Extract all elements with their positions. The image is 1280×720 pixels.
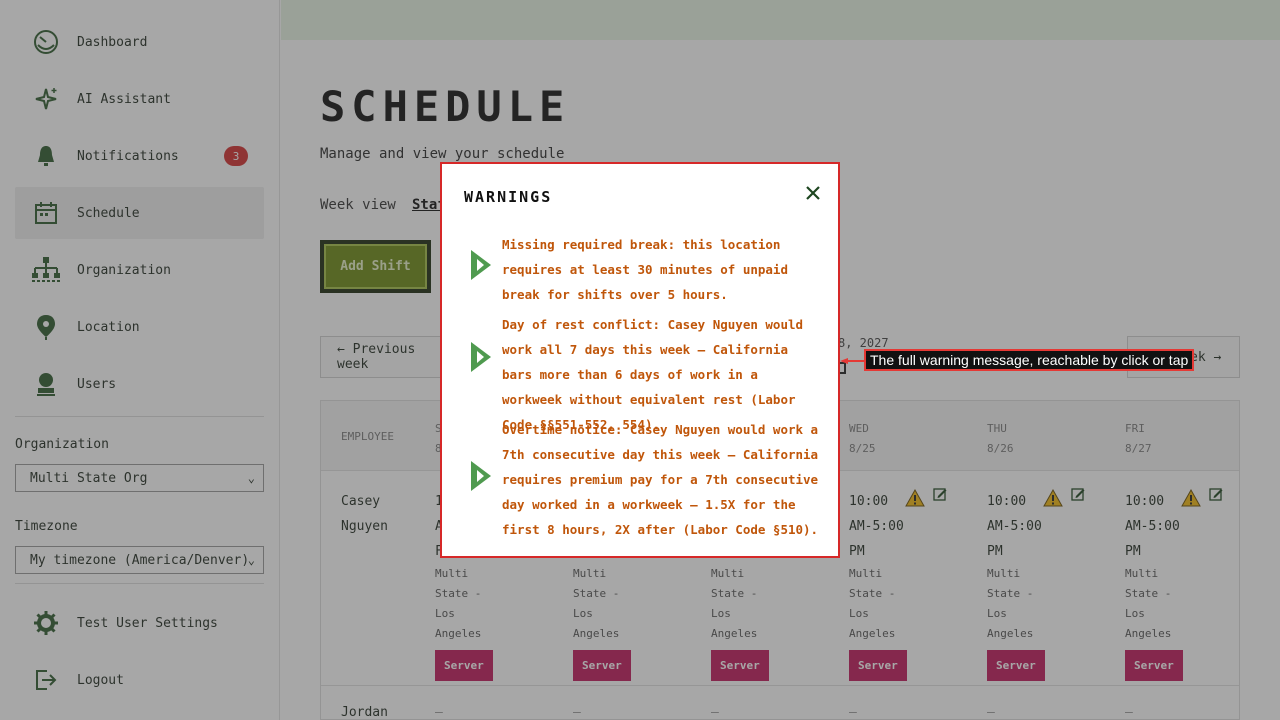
warning-arrow-icon <box>471 250 491 280</box>
close-icon[interactable] <box>802 182 824 204</box>
warnings-dialog: WARNINGS Missing required break: this lo… <box>440 162 840 558</box>
warning-text: Overtime notice: Casey Nguyen would work… <box>502 422 819 537</box>
warning-text: Missing required break: this location re… <box>502 237 788 302</box>
warning-arrow-icon <box>471 342 491 372</box>
annotation-callout: The full warning message, reachable by c… <box>864 349 1195 371</box>
callout-arrow <box>840 358 866 364</box>
warning-arrow-icon <box>471 461 491 491</box>
dialog-title: WARNINGS <box>464 188 553 206</box>
